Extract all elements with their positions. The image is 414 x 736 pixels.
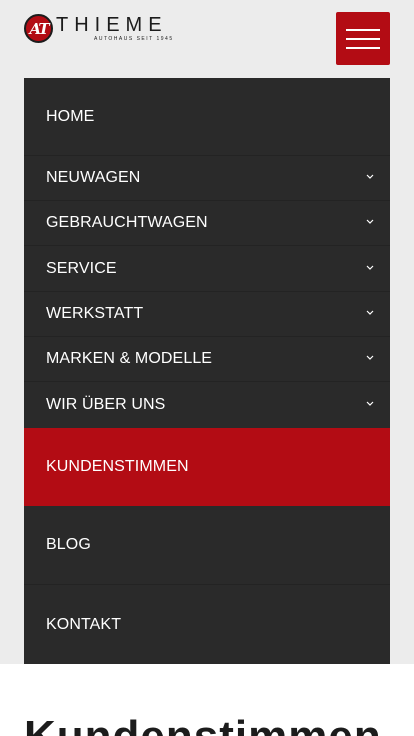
logo-text: THIEME — [56, 14, 168, 36]
chevron-down-icon[interactable] — [366, 355, 374, 363]
nav-item-label: BLOG — [46, 536, 91, 553]
nav-item-gebrauchtwagen[interactable]: GEBRAUCHTWAGEN — [24, 201, 390, 246]
logo-mark: AT — [24, 14, 53, 43]
hamburger-icon-bar — [346, 46, 380, 49]
nav-item-label: WERKSTATT — [46, 305, 144, 322]
chevron-down-icon[interactable] — [366, 310, 374, 318]
hamburger-icon-bar — [346, 37, 380, 40]
hamburger-icon-bar — [346, 28, 380, 31]
nav-item-kundenstimmen[interactable]: KUNDENSTIMMEN — [24, 428, 390, 506]
hamburger-menu-button[interactable] — [336, 12, 390, 65]
nav-item-wir-ueber-uns[interactable]: WIR ÜBER UNS — [24, 382, 390, 428]
nav-item-home[interactable]: HOME — [24, 78, 390, 156]
page-title: Kundenstimmen — [24, 712, 382, 736]
nav-item-label: WIR ÜBER UNS — [46, 396, 166, 413]
nav-item-label: NEUWAGEN — [46, 169, 141, 186]
nav-item-neuwagen[interactable]: NEUWAGEN — [24, 156, 390, 201]
chevron-down-icon[interactable] — [366, 174, 374, 182]
nav-item-label: SERVICE — [46, 259, 117, 277]
nav-item-blog[interactable]: BLOG — [24, 506, 390, 585]
nav-item-label: MARKEN & MODELLE — [46, 350, 213, 367]
nav-item-marken-modelle[interactable]: MARKEN & MODELLE — [24, 337, 390, 382]
logo-tagline: AUTOHAUS SEIT 1945 — [94, 36, 174, 42]
chevron-down-icon[interactable] — [366, 265, 374, 273]
chevron-down-icon[interactable] — [366, 401, 374, 409]
nav-item-label: GEBRAUCHTWAGEN — [46, 214, 208, 231]
nav-item-label: KONTAKT — [46, 615, 122, 633]
nav-item-werkstatt[interactable]: WERKSTATT — [24, 292, 390, 337]
chevron-down-icon[interactable] — [366, 219, 374, 227]
nav-item-kontakt[interactable]: KONTAKT — [24, 585, 390, 664]
nav-item-label: HOME — [46, 107, 95, 125]
logo[interactable]: AT THIEME AUTOHAUS SEIT 1945 — [24, 14, 214, 44]
main-navigation: HOME NEUWAGEN GEBRAUCHTWAGEN SERVICE WER… — [24, 78, 390, 664]
nav-item-service[interactable]: SERVICE — [24, 246, 390, 292]
nav-item-label: KUNDENSTIMMEN — [46, 458, 189, 475]
